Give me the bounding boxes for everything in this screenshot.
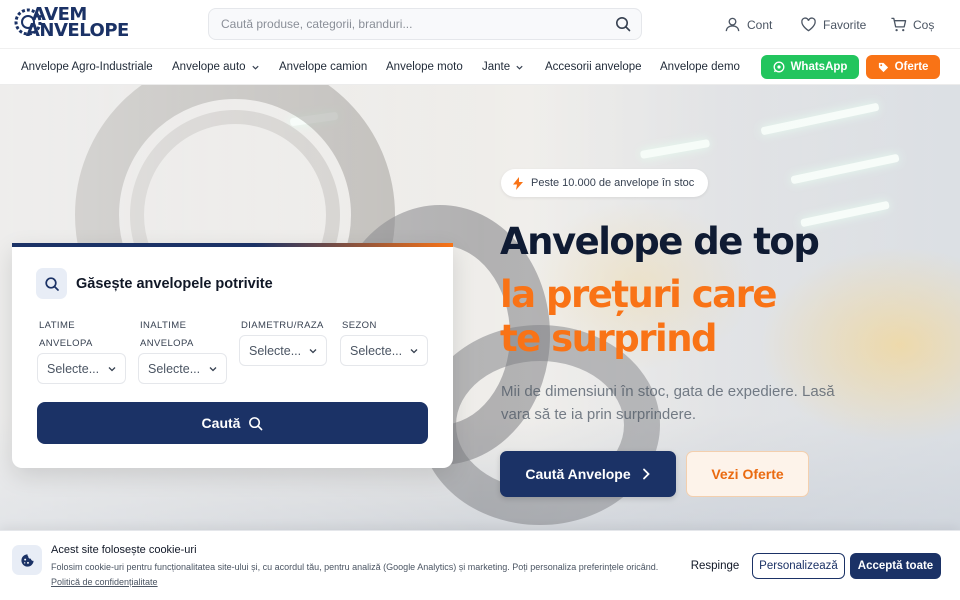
width-label: LATIME ANVELOPA [39, 317, 93, 353]
season-label: SEZON [342, 317, 377, 335]
logo-text-bottom: ANVELOPE [26, 20, 129, 41]
search-icon[interactable] [615, 16, 631, 32]
diameter-label-line1: DIAMETRU/RAZA [241, 320, 324, 331]
account-link[interactable]: Cont [724, 16, 772, 33]
cart-link[interactable]: Coș [890, 16, 934, 33]
favorites-label: Favorite [823, 17, 867, 32]
diameter-label: DIAMETRU/RAZA [241, 317, 324, 335]
search-input[interactable] [221, 9, 601, 39]
season-select[interactable]: Selecte... [340, 335, 428, 366]
nav-item-label: Anvelope auto [172, 61, 246, 73]
season-label-line1: SEZON [342, 320, 377, 331]
height-label: INALTIME ANVELOPA [140, 317, 194, 353]
reject-cookies-button[interactable]: Respinge [686, 554, 744, 578]
cookie-icon [12, 545, 42, 575]
offers-button[interactable]: Oferte [866, 55, 940, 79]
accept-cookies-button[interactable]: Acceptă toate [850, 553, 941, 579]
tag-icon [878, 62, 888, 72]
nav-item-label: Anvelope demo [660, 61, 740, 73]
search-tires-button[interactable]: Caută Anvelope [500, 451, 676, 497]
offers-label: Oferte [894, 61, 929, 73]
chevron-down-icon [516, 65, 523, 70]
nav-item-jante[interactable]: Jante [482, 61, 524, 73]
nav-item-label: Anvelope camion [279, 61, 368, 73]
cookie-description: Folosim cookie-uri pentru funcționalitat… [51, 562, 659, 572]
search-submit-label: Caută [201, 415, 241, 431]
card-accent-bar [12, 243, 453, 247]
width-label-line2: ANVELOPA [39, 338, 93, 349]
main-navigation: Anvelope Agro-Industriale Anvelope auto … [0, 48, 960, 85]
nav-item-agro[interactable]: Anvelope Agro-Industriale [21, 61, 153, 73]
hero-subtitle: Mii de dimensiuni în stoc, gata de exped… [501, 383, 835, 423]
season-select-value: Selecte... [350, 343, 403, 358]
width-select[interactable]: Selecte... [37, 353, 126, 384]
lightning-icon [513, 176, 523, 190]
site-logo[interactable]: AVEM ANVELOPE [14, 6, 129, 42]
search-submit-button[interactable]: Caută [37, 402, 428, 444]
nav-item-auto[interactable]: Anvelope auto [172, 61, 260, 73]
nav-item-label: Jante [482, 61, 511, 73]
nav-item-camion[interactable]: Anvelope camion [279, 61, 367, 73]
favorites-link[interactable]: Favorite [800, 16, 866, 33]
tire-finder-card: Găsește anvelopele potrivite LATIME ANVE… [12, 243, 453, 468]
site-header: AVEM ANVELOPE Cont Favorite Coș [0, 0, 960, 48]
search-tires-label: Caută Anvelope [525, 466, 631, 482]
account-label: Cont [747, 17, 773, 32]
nav-item-label: Anvelope Agro-Industriale [21, 61, 153, 73]
nav-item-label: Accesorii anvelope [545, 61, 642, 73]
diameter-select[interactable]: Selecte... [239, 335, 327, 366]
height-label-line2: ANVELOPA [140, 338, 194, 349]
tire-finder-title: Găsește anvelopele potrivite [76, 276, 273, 292]
cookie-banner: Acest site folosește cookie-uri Folosim … [0, 530, 960, 600]
width-select-value: Selecte... [47, 361, 100, 376]
nav-item-demo[interactable]: Anvelope demo [660, 61, 740, 73]
nav-item-accesorii[interactable]: Accesorii anvelope [545, 61, 642, 73]
stock-badge-text: Peste 10.000 de anvelope în stoc [531, 177, 695, 189]
hero-headline-line2: la prețuri care [500, 273, 777, 316]
search-box [208, 8, 642, 40]
whatsapp-icon [773, 61, 785, 73]
hero-headline-line1: Anvelope de top [500, 220, 820, 263]
height-label-line1: INALTIME [140, 320, 187, 331]
diameter-select-value: Selecte... [249, 343, 302, 358]
whatsapp-button[interactable]: WhatsApp [761, 55, 859, 79]
search-icon [36, 268, 67, 299]
cart-icon [891, 17, 907, 32]
customize-cookies-button[interactable]: Personalizează [752, 553, 845, 579]
search-icon [249, 416, 263, 430]
chevron-down-icon [309, 349, 317, 354]
user-icon [725, 17, 740, 32]
cookie-text: Folosim cookie-uri pentru funcționalitat… [51, 560, 671, 589]
cookie-title: Acest site folosește cookie-uri [51, 544, 197, 556]
chevron-down-icon [209, 367, 217, 372]
hero-headline-line3: te surprind [500, 317, 718, 360]
view-offers-label: Vezi Oferte [711, 466, 784, 482]
chevron-down-icon [251, 65, 259, 70]
chevron-down-icon [410, 349, 418, 354]
privacy-policy-link[interactable]: Politică de confidențialitate [51, 577, 158, 587]
height-select[interactable]: Selecte... [138, 353, 227, 384]
width-label-line1: LATIME [39, 320, 76, 331]
chevron-down-icon [108, 367, 116, 372]
height-select-value: Selecte... [148, 361, 201, 376]
heart-icon [801, 17, 816, 32]
whatsapp-label: WhatsApp [790, 61, 848, 73]
chevron-right-icon [642, 468, 650, 480]
stock-badge: Peste 10.000 de anvelope în stoc [501, 169, 709, 197]
cart-label: Coș [913, 17, 935, 32]
nav-item-label: Anvelope moto [386, 61, 463, 73]
nav-item-moto[interactable]: Anvelope moto [386, 61, 463, 73]
view-offers-button[interactable]: Vezi Oferte [686, 451, 809, 497]
